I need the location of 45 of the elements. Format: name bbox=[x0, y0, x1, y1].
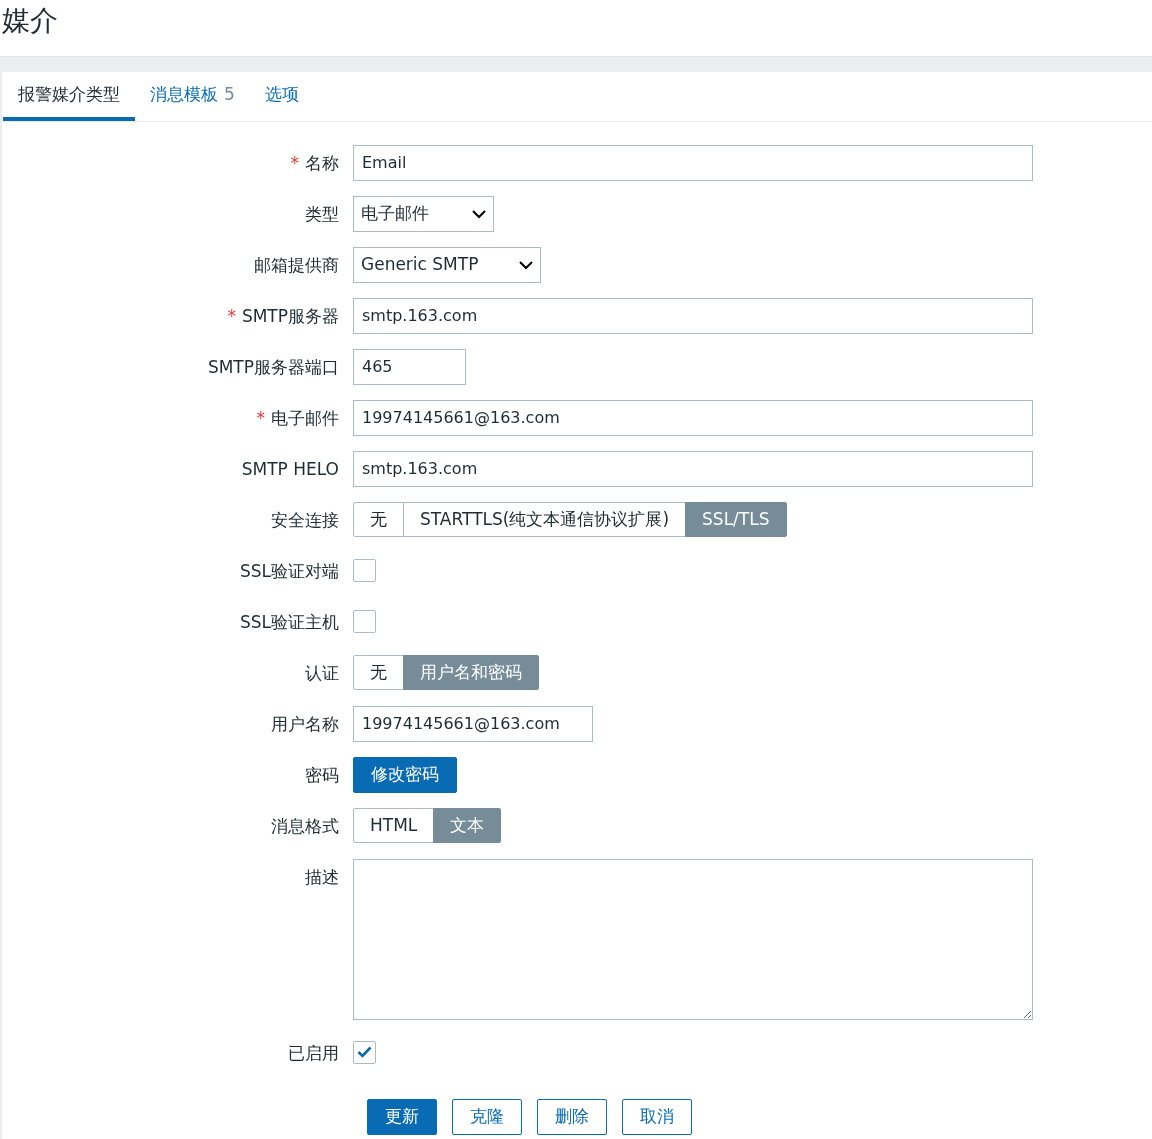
field-label: SSL验证对端 bbox=[239, 560, 339, 581]
field-label: 密码 bbox=[305, 764, 339, 785]
dropdown[interactable]: Generic SMTP bbox=[353, 246, 541, 283]
field-label: SSL验证主机 bbox=[239, 611, 339, 632]
field-label: 已启用 bbox=[288, 1042, 339, 1063]
checkbox[interactable] bbox=[353, 609, 376, 633]
required-asterisk: * bbox=[227, 305, 236, 326]
text-field[interactable]: Email bbox=[353, 144, 1033, 181]
text-field[interactable]: smtp.163.com bbox=[353, 450, 1033, 487]
field-label: 消息格式 bbox=[271, 815, 339, 836]
segment-option[interactable]: HTML bbox=[353, 808, 435, 843]
segment-option[interactable]: 无 bbox=[353, 502, 404, 537]
description-field[interactable] bbox=[353, 858, 1033, 1020]
text-field[interactable]: 19974145661@163.com bbox=[353, 705, 593, 742]
field-label: 名称 bbox=[305, 152, 339, 173]
text-field[interactable]: 465 bbox=[353, 348, 466, 385]
required-asterisk: * bbox=[256, 407, 265, 428]
field-label: 描述 bbox=[305, 866, 339, 887]
check-icon bbox=[357, 1046, 372, 1058]
field-label: 邮箱提供商 bbox=[254, 254, 339, 275]
segment-option[interactable]: 无 bbox=[353, 655, 404, 690]
field-label: SMTP服务器端口 bbox=[207, 356, 339, 377]
tab[interactable]: 消息模板 5 bbox=[135, 72, 250, 121]
page-title: 媒介 bbox=[1, 3, 59, 39]
field-label: 认证 bbox=[305, 662, 339, 683]
text-field[interactable]: smtp.163.com bbox=[353, 297, 1033, 334]
text-field[interactable]: 19974145661@163.com bbox=[353, 399, 1033, 436]
change-password-button[interactable]: 修改密码 bbox=[353, 756, 457, 793]
field-label: 安全连接 bbox=[271, 509, 339, 530]
action-button[interactable]: 取消 bbox=[622, 1098, 692, 1135]
required-asterisk: * bbox=[290, 152, 299, 173]
action-button[interactable]: 更新 bbox=[367, 1098, 437, 1135]
action-button[interactable]: 删除 bbox=[537, 1098, 607, 1135]
field-label: 用户名称 bbox=[271, 713, 339, 734]
action-button[interactable]: 克隆 bbox=[452, 1098, 522, 1135]
field-label: SMTP服务器 bbox=[241, 305, 339, 326]
field-label: 电子邮件 bbox=[271, 407, 339, 428]
checkbox[interactable] bbox=[353, 558, 376, 582]
field-label: SMTP HELO bbox=[241, 458, 339, 479]
tab[interactable]: 选项 bbox=[249, 72, 314, 121]
tab[interactable]: 报警媒介类型 bbox=[3, 72, 135, 121]
dropdown[interactable]: 电子邮件 bbox=[353, 195, 494, 232]
field-label: 类型 bbox=[305, 203, 339, 224]
checkbox[interactable] bbox=[353, 1040, 376, 1064]
segment-option[interactable]: STARTTLS(纯文本通信协议扩展) bbox=[403, 502, 687, 537]
